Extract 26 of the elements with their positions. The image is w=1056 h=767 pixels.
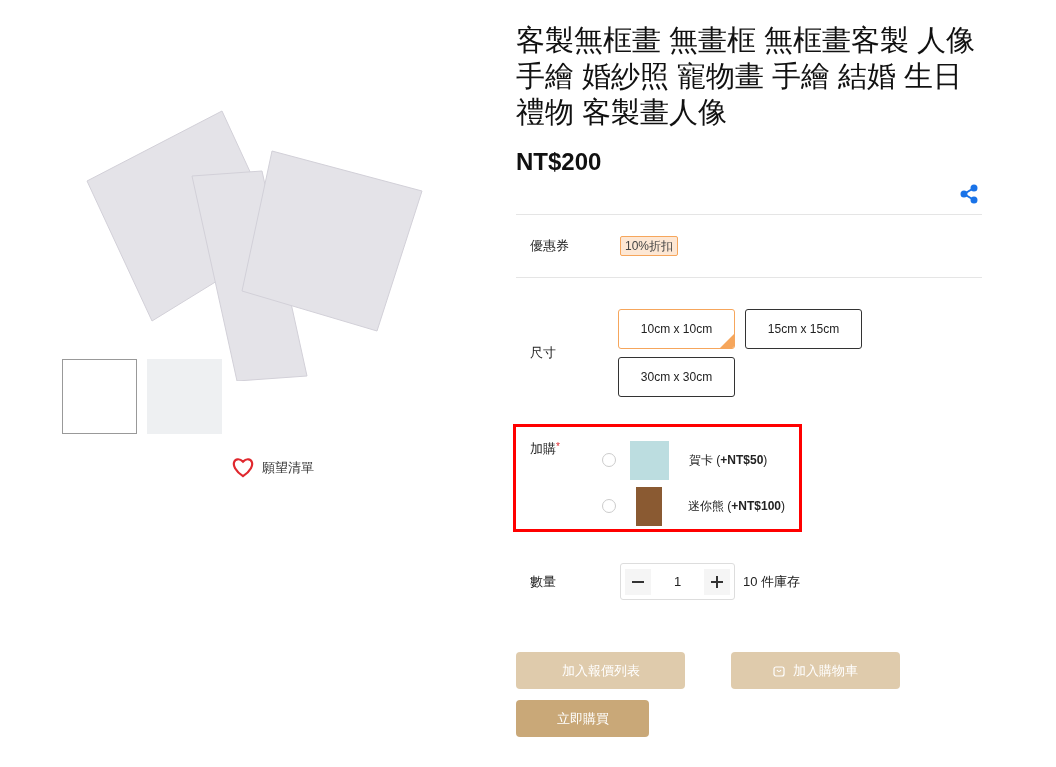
quantity-label: 數量 bbox=[530, 572, 557, 591]
photo-placeholder bbox=[629, 440, 669, 480]
discount-tag: 10%折扣 bbox=[620, 236, 679, 256]
share-icon[interactable] bbox=[960, 184, 978, 204]
product-price: NT$200 bbox=[516, 147, 603, 177]
add-on-option-label[interactable]: 賀卡 (+NT$50) bbox=[688, 451, 768, 469]
minus-icon bbox=[632, 580, 644, 583]
stock-count: 10 件庫存 bbox=[743, 572, 801, 591]
thumbnail-photo-placeholder[interactable] bbox=[62, 359, 137, 434]
plus-button[interactable] bbox=[704, 568, 730, 595]
check-corner-icon bbox=[720, 334, 734, 348]
size-option[interactable]: 30cm x 30cm bbox=[618, 357, 735, 397]
heart-icon[interactable] bbox=[232, 458, 254, 478]
product-title: 客製無框畫 無畫框 無框畫客製 人像手繪 婚紗照 寵物畫 手繪 結婚 生日禮物 客製畫人像 bbox=[516, 23, 977, 130]
plus-icon bbox=[711, 575, 723, 588]
size-option[interactable]: 10cm x 10cm bbox=[618, 309, 735, 349]
size-option[interactable]: 15cm x 15cm bbox=[745, 309, 862, 349]
wishlist-link[interactable]: 願望清單 bbox=[262, 458, 314, 478]
bag-icon bbox=[773, 664, 785, 677]
photo-placeholder bbox=[635, 486, 662, 526]
size-label: 尺寸 bbox=[530, 344, 557, 363]
quantity-value[interactable]: 1 bbox=[673, 571, 682, 592]
add-on-label: 加購* bbox=[530, 440, 561, 458]
add-on-option-label[interactable]: 迷你熊 (+NT$100) bbox=[687, 497, 785, 515]
coupon-label: 優惠券 bbox=[530, 237, 570, 256]
minus-button[interactable] bbox=[625, 568, 651, 595]
